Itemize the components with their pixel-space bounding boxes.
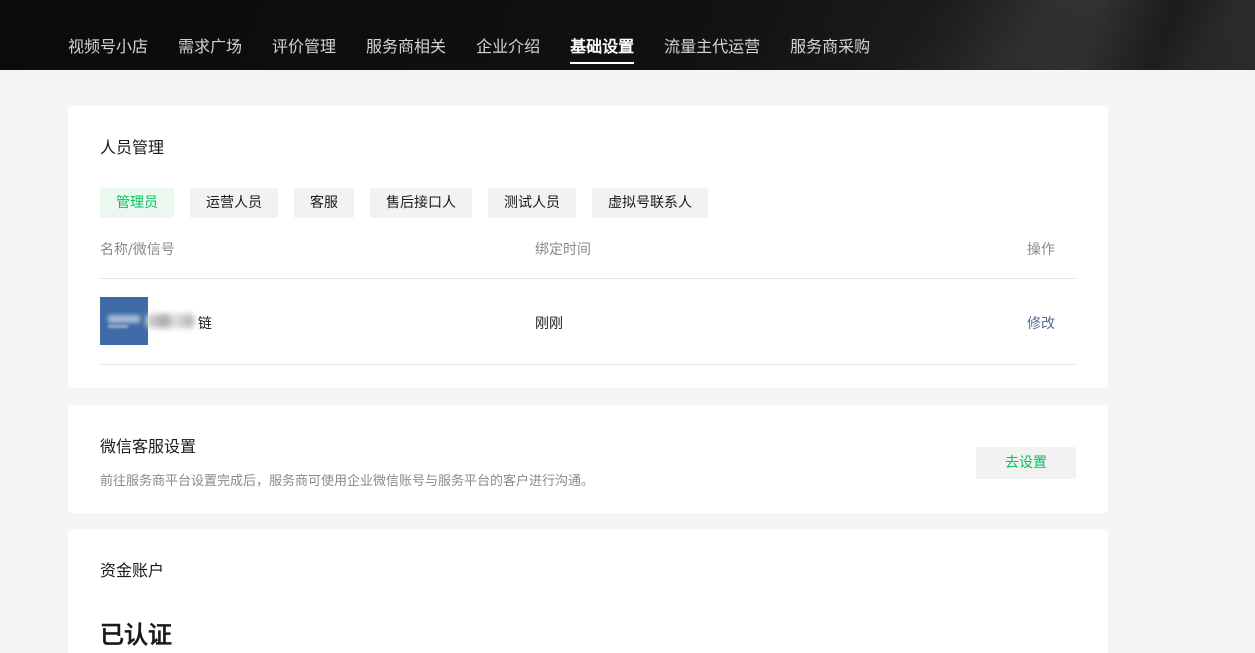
nav-item-company-intro[interactable]: 企业介绍: [476, 36, 540, 66]
nav-item-shop[interactable]: 视频号小店: [68, 36, 148, 66]
column-header-name: 名称/微信号: [100, 242, 175, 258]
edit-link[interactable]: 修改: [1027, 313, 1055, 333]
wechat-service-card: 微信客服设置 前往服务商平台设置完成后，服务商可使用企业微信账号与服务平台的客户…: [68, 405, 1108, 513]
column-header-action: 操作: [1027, 242, 1055, 258]
column-header-bind-time: 绑定时间: [535, 242, 591, 258]
wechat-service-title: 微信客服设置: [100, 437, 197, 456]
member-name: 链: [198, 316, 212, 332]
tab-admin[interactable]: 管理员: [100, 188, 174, 218]
nav-item-basic-settings[interactable]: 基础设置: [570, 36, 635, 66]
divider: [100, 364, 1076, 365]
nav-menu: 视频号小店 需求广场 评价管理 服务商相关 企业介绍 基础设置 流量主代运营 服…: [68, 36, 900, 66]
top-nav-bar: 视频号小店 需求广场 评价管理 服务商相关 企业介绍 基础设置 流量主代运营 服…: [0, 0, 1255, 70]
go-settings-button[interactable]: 去设置: [976, 447, 1076, 479]
tab-virtual-contact[interactable]: 虚拟号联系人: [592, 188, 708, 218]
wechat-service-description: 前往服务商平台设置完成后，服务商可使用企业微信账号与服务平台的客户进行沟通。: [100, 474, 595, 489]
tab-testers[interactable]: 测试人员: [488, 188, 576, 218]
redacted-name: [146, 314, 194, 328]
avatar: [100, 297, 148, 345]
fund-account-title: 资金账户: [100, 561, 165, 580]
fund-account-card: 资金账户 已认证: [68, 529, 1108, 653]
nav-item-provider[interactable]: 服务商相关: [366, 36, 446, 66]
nav-item-procurement[interactable]: 服务商采购: [790, 36, 870, 66]
verification-status: 已认证: [100, 621, 172, 649]
bind-time: 刚刚: [535, 316, 563, 332]
tab-customer-service[interactable]: 客服: [294, 188, 354, 218]
nav-item-demand-square[interactable]: 需求广场: [178, 36, 242, 66]
role-tabs: 管理员 运营人员 客服 售后接口人 测试人员 虚拟号联系人: [100, 188, 724, 218]
nav-item-reviews[interactable]: 评价管理: [272, 36, 336, 66]
tab-after-sales[interactable]: 售后接口人: [370, 188, 472, 218]
personnel-card: 人员管理 管理员 运营人员 客服 售后接口人 测试人员 虚拟号联系人 名称/微信…: [68, 106, 1108, 388]
nav-item-traffic-ops[interactable]: 流量主代运营: [664, 36, 760, 66]
tab-operations[interactable]: 运营人员: [190, 188, 278, 218]
personnel-title: 人员管理: [100, 138, 165, 157]
divider: [100, 278, 1076, 279]
